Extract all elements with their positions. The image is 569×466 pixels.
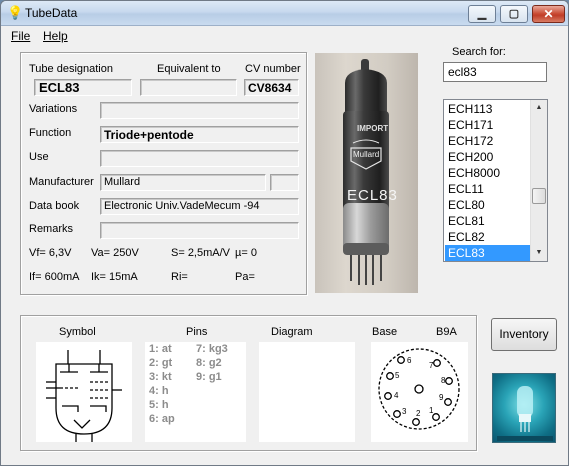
base-box: 6 5 4 3 2 1 9 8 7 [371,342,468,442]
tube-illustration [343,59,389,285]
variations-label: Variations [29,103,78,115]
pin-entry: 2: gt [149,357,173,369]
list-item[interactable]: ECL80 [445,197,530,213]
function-field[interactable]: Triode+pentode [100,126,299,143]
list-item[interactable]: ECL81 [445,213,530,229]
remarks-field[interactable] [100,222,299,239]
svg-text:6: 6 [407,356,412,365]
pin-entry: 6: ap [149,413,175,425]
tube-symbol-icon [46,350,122,442]
spec-mu: µ= 0 [235,247,257,259]
menu-bar: File Help [1,26,568,46]
main-window: 💡 TubeData ▁ ▢ ✕ File Help Tube designat… [0,0,569,466]
pin-entry: 7: kg3 [196,343,228,355]
menu-help-label: Help [43,29,68,43]
menu-help[interactable]: Help [43,29,68,43]
list-item[interactable]: ECH8000 [445,165,530,181]
menu-file[interactable]: File [11,29,30,43]
use-label: Use [29,151,49,163]
spec-if: If= 600mA [29,271,80,283]
photo-import-text: IMPORT [357,124,389,133]
scroll-thumb[interactable] [532,188,546,204]
diagram-label: Diagram [271,326,313,338]
list-item[interactable]: ECH171 [445,117,530,133]
use-field[interactable] [100,150,299,167]
tube-logo-icon [497,386,553,441]
list-item[interactable]: ECL83 [445,245,530,261]
manufacturer-extra-field[interactable] [270,174,299,191]
lightbulb-icon: 💡 [7,5,24,20]
pin-entry: 5: h [149,399,169,411]
spec-pa: Pa= [235,271,255,283]
pin-entry: 3: kt [149,371,172,383]
symbol-box [36,342,132,442]
base-pinout-icon: 6 5 4 3 2 1 9 8 7 [378,348,460,430]
base-value: B9A [436,326,457,338]
list-item[interactable]: ECL82 [445,229,530,245]
svg-text:4: 4 [394,391,399,400]
list-item[interactable]: ECH172 [445,133,530,149]
scroll-down-icon[interactable]: ▼ [531,245,547,261]
manufacturer-label: Manufacturer [29,176,94,188]
search-label: Search for: [452,46,506,58]
spec-ik: Ik= 15mA [91,271,138,283]
variations-field[interactable] [100,102,299,119]
close-button[interactable]: ✕ [532,5,565,23]
tube-list-scrollbar[interactable]: ▲ ▼ [530,100,547,261]
maximize-icon: ▢ [508,8,520,20]
scroll-up-icon[interactable]: ▲ [531,100,547,116]
list-item[interactable]: ECH200 [445,149,530,165]
databook-field[interactable]: Electronic Univ.VadeMecum -94 [100,198,299,215]
remarks-label: Remarks [29,223,74,235]
tube-designation-field[interactable]: ECL83 [34,79,132,96]
window-title: TubeData [25,6,78,20]
list-item[interactable]: ECH113 [445,101,530,117]
svg-text:9: 9 [439,393,444,402]
svg-text:5: 5 [395,371,400,380]
cv-number-label: CV number [245,63,301,75]
search-input[interactable] [443,62,547,82]
spec-vf: Vf= 6,3V [29,247,72,259]
pin-entry: 8: g2 [196,357,222,369]
spec-va: Va= 250V [91,247,139,259]
equivalent-label: Equivalent to [157,63,221,75]
svg-text:3: 3 [402,407,407,416]
svg-text:2: 2 [416,409,421,418]
pins-label: Pins [186,326,208,338]
close-icon: ✕ [543,7,554,21]
pin-entry: 9: g1 [196,371,222,383]
tube-designation-label: Tube designation [29,63,113,75]
diagram-box [259,342,355,442]
photo-print-text: ECL83 [347,187,398,204]
svg-text:8: 8 [441,376,446,385]
base-label: Base [372,326,398,338]
inventory-button[interactable]: Inventory [491,318,557,351]
minimize-icon: ▁ [477,8,487,20]
cv-number-field[interactable]: CV8634 [244,79,299,96]
databook-label: Data book [29,200,80,212]
spec-ri: Ri= [171,271,188,283]
minimize-button[interactable]: ▁ [468,5,496,23]
tube-photo: IMPORT Mullard ECL83 [315,53,418,293]
svg-text:1: 1 [429,406,434,415]
pin-entry: 4: h [149,385,169,397]
equivalent-field[interactable] [140,79,237,96]
manufacturer-field[interactable]: Mullard [100,174,266,191]
symbol-label: Symbol [59,326,96,338]
tubedata-logo [492,373,556,443]
function-label: Function [29,127,72,139]
svg-text:7: 7 [429,361,434,370]
pin-entry: 1: at [149,343,172,355]
photo-brand-text: Mullard [353,150,380,159]
spec-s: S= 2,5mA/V [171,247,231,259]
menu-file-label: File [11,29,31,43]
tube-list[interactable]: ECH113 ECH171 ECH172 ECH200 ECH8000 ECL11 ECL8… [443,99,548,262]
maximize-button[interactable]: ▢ [500,5,528,23]
list-item[interactable]: ECL11 [445,181,530,197]
title-bar[interactable]: 💡 TubeData ▁ ▢ ✕ [1,1,568,26]
